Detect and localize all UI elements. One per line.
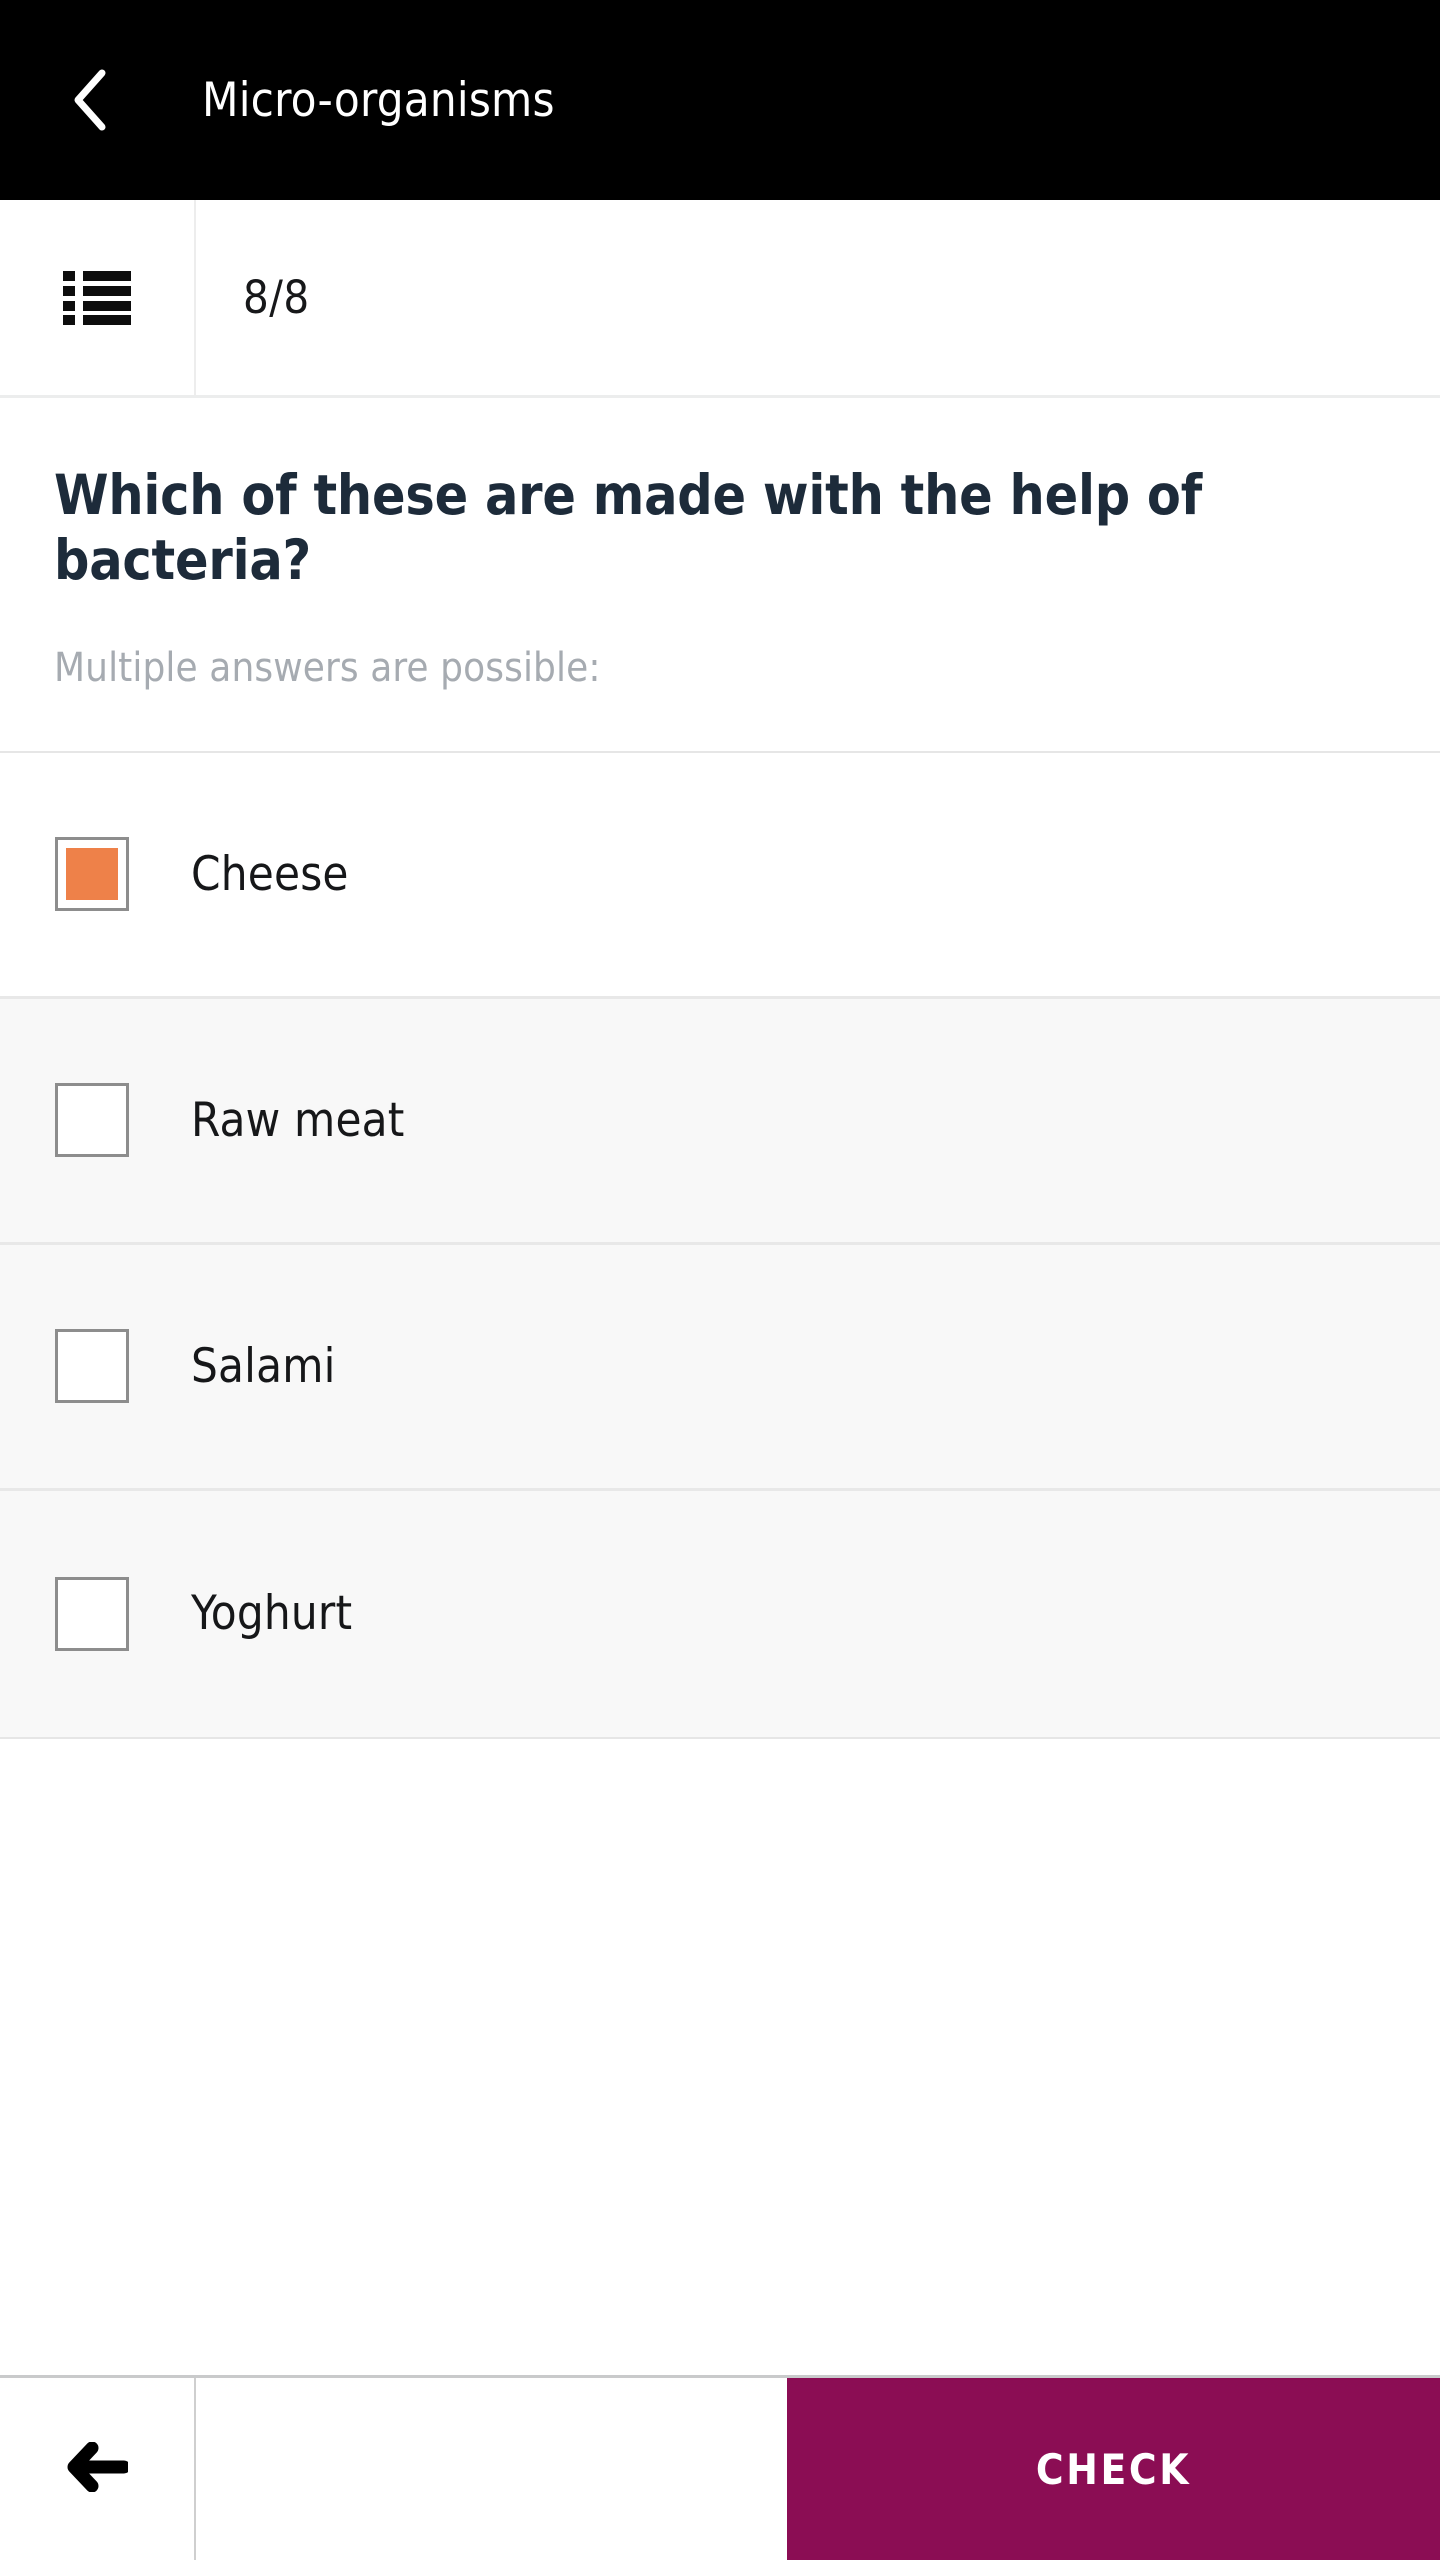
progress-counter: 8/8 [196, 200, 1440, 395]
checkbox-fill [66, 1094, 118, 1146]
checkbox-checked-icon[interactable] [55, 837, 129, 912]
checkbox-unchecked-icon[interactable] [55, 1576, 129, 1651]
back-chevron-icon[interactable] [62, 69, 118, 131]
answer-option-row[interactable]: Cheese [0, 752, 1440, 999]
arrow-left-icon [66, 2441, 131, 2496]
app-header: Micro-organisms [0, 0, 1440, 200]
answer-options-list: Cheese Raw meat Salami Yoghurt [0, 750, 1440, 1739]
question-hint: Multiple answers are possible: [54, 644, 601, 691]
answer-option-row[interactable]: Salami [0, 1244, 1440, 1491]
checkbox-fill [66, 1588, 118, 1640]
checkbox-unchecked-icon[interactable] [55, 1329, 129, 1404]
list-bullet-icon [63, 270, 131, 325]
answer-option-row[interactable]: Yoghurt [0, 1490, 1440, 1737]
check-answer-button[interactable]: CHECK [787, 2378, 1440, 2560]
progress-counter-label: 8/8 [243, 271, 310, 324]
answer-option-label: Yoghurt [191, 1586, 353, 1642]
bottom-navigation-bar: CHECK [0, 2375, 1440, 2560]
bottom-bar-spacer [196, 2378, 787, 2560]
checkbox-unchecked-icon[interactable] [55, 1083, 129, 1158]
answer-option-row[interactable]: Raw meat [0, 998, 1440, 1245]
checkbox-fill [66, 1340, 118, 1392]
question-toolbar: 8/8 [0, 200, 1440, 398]
check-answer-button-label: CHECK [1035, 2444, 1192, 2494]
answer-option-label: Salami [191, 1338, 336, 1394]
content-spacer [0, 1738, 1440, 2375]
answer-option-label: Cheese [191, 846, 349, 902]
page-title: Micro-organisms [202, 72, 555, 128]
question-text: Which of these are made with the help of… [54, 463, 1203, 592]
previous-question-button[interactable] [0, 2378, 196, 2560]
question-list-button[interactable] [0, 200, 196, 395]
question-block: Which of these are made with the help of… [0, 398, 1440, 691]
checkbox-fill [66, 848, 118, 901]
answer-option-label: Raw meat [191, 1092, 405, 1148]
quiz-screen: Micro-organisms 8/8 Which of these are m… [0, 0, 1440, 2560]
